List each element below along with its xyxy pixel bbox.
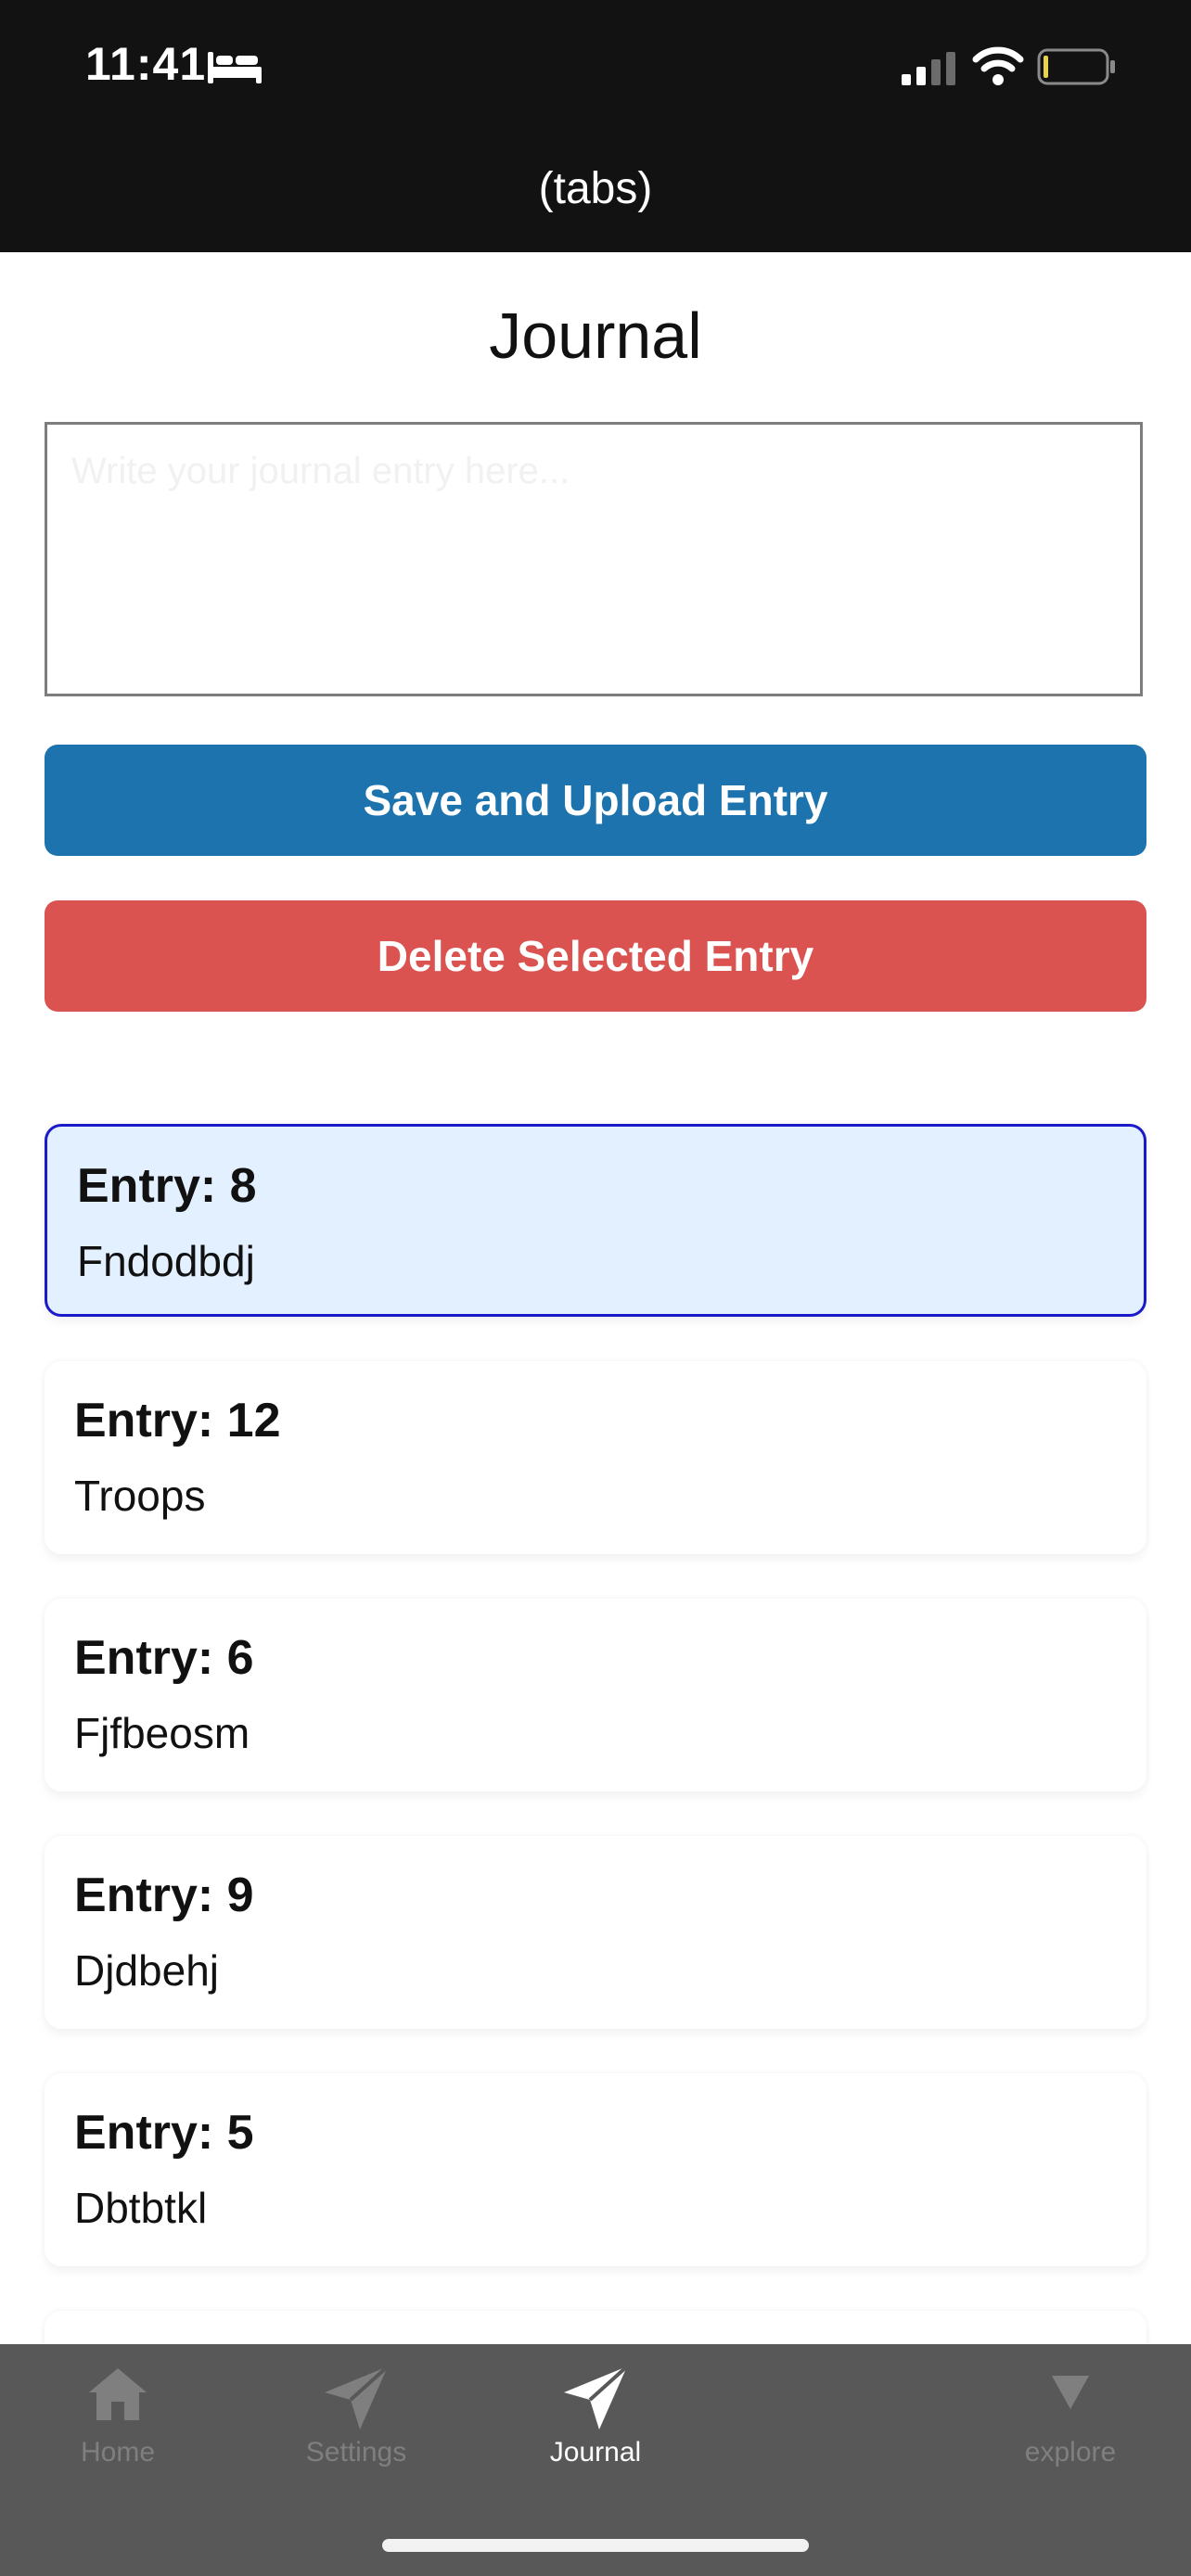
entry-text: Dbtbtkl: [74, 2184, 208, 2232]
entry-text: Troops: [74, 1472, 206, 1520]
tab-label: explore: [1024, 2437, 1117, 2468]
status-and-header-bar: 11:41 (tabs): [0, 0, 1191, 252]
send-icon: [564, 2365, 629, 2429]
entry-card[interactable]: Entry: 9 Djdbehj: [45, 1836, 1146, 2029]
entries-list: Entry: 8 Fndodbdj Entry: 12 Troops Entry…: [45, 1124, 1146, 2548]
entry-title: Entry: 9: [74, 1868, 254, 1922]
battery-icon: [1037, 48, 1115, 85]
home-indicator: [382, 2539, 809, 2552]
send-icon: [325, 2365, 390, 2429]
tab-label: Settings: [305, 2437, 407, 2468]
tab-settings[interactable]: Settings: [254, 2344, 458, 2530]
header-title: (tabs): [538, 164, 653, 213]
tab-label: Home: [80, 2437, 156, 2468]
page-title: Journal: [489, 300, 702, 372]
entry-card[interactable]: Entry: 12 Troops: [45, 1361, 1146, 1554]
entry-card[interactable]: Entry: 6 Fjfbeosm: [45, 1599, 1146, 1792]
tab-home[interactable]: Home: [16, 2344, 220, 2530]
status-time: 11:41: [85, 38, 207, 90]
bed-icon: [208, 52, 262, 83]
entry-card[interactable]: Entry: 5 Dbtbtkl: [45, 2073, 1146, 2266]
signal-icon: [902, 52, 955, 85]
wifi-icon: [972, 46, 1024, 85]
entry-title: Entry: 8: [77, 1159, 257, 1213]
entry-text: Fjfbeosm: [74, 1709, 250, 1757]
entry-text: Djdbehj: [74, 1946, 219, 1995]
entry-title: Entry: 5: [74, 2106, 254, 2160]
triangle-down-icon: [1052, 2376, 1089, 2409]
save-upload-button[interactable]: Save and Upload Entry: [45, 745, 1146, 856]
home-icon: [89, 2368, 147, 2420]
entry-text: Fndodbdj: [77, 1237, 255, 1285]
entry-title: Entry: 6: [74, 1631, 254, 1685]
tab-journal[interactable]: Journal: [493, 2344, 698, 2530]
entry-card[interactable]: Entry: 8 Fndodbdj: [45, 1124, 1146, 1317]
journal-entry-input[interactable]: [45, 422, 1143, 696]
tab-label: Journal: [549, 2437, 642, 2468]
tab-explore[interactable]: explore: [968, 2344, 1172, 2530]
entry-title: Entry: 12: [74, 1394, 281, 1447]
delete-entry-button[interactable]: Delete Selected Entry: [45, 900, 1146, 1012]
